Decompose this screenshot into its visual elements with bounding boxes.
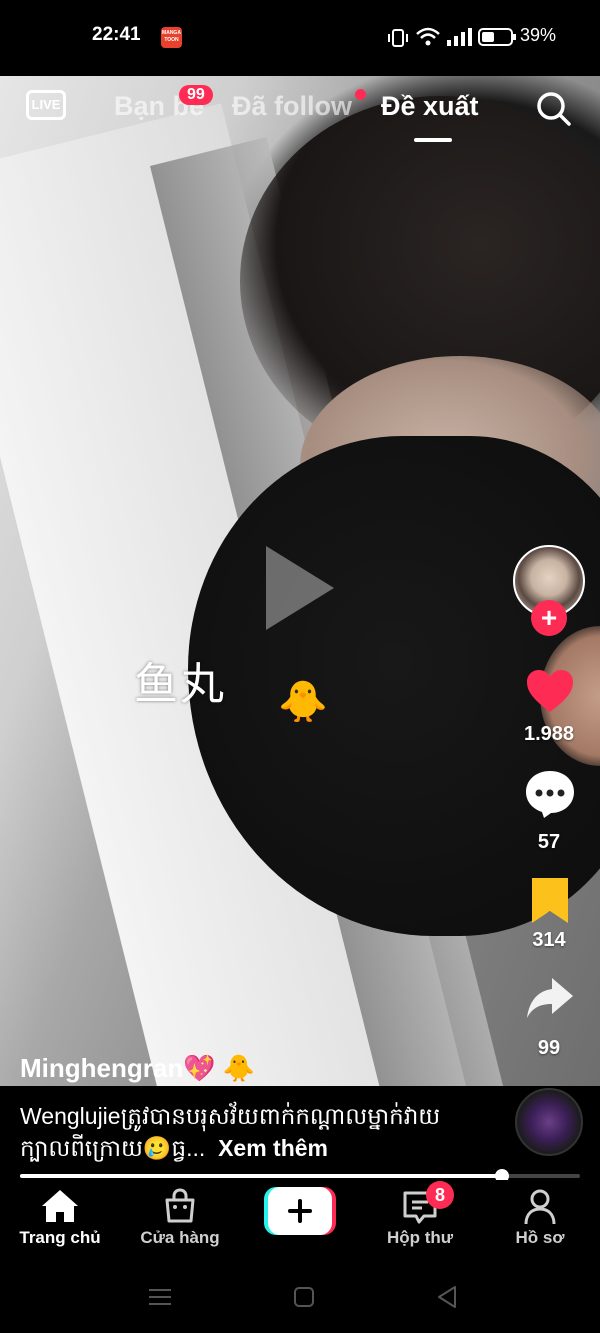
- wifi-icon: [416, 27, 440, 46]
- live-icon[interactable]: LIVE: [26, 90, 66, 120]
- nav-inbox[interactable]: Hộp thư: [360, 1180, 480, 1260]
- home-square-icon[interactable]: [293, 1286, 315, 1308]
- heart-icon[interactable]: [524, 666, 576, 718]
- nav-inbox-label: Hộp thư: [386, 1228, 454, 1247]
- shopping-bag-icon: [165, 1188, 195, 1223]
- following-notification-dot: [355, 89, 366, 100]
- battery-icon: [478, 28, 516, 46]
- nav-profile[interactable]: Hồ sơ: [480, 1180, 600, 1260]
- nav-shop-label: Cửa hàng: [140, 1228, 220, 1247]
- progress-fill: [20, 1174, 502, 1178]
- menu-icon[interactable]: [149, 1287, 171, 1307]
- like-count: 1.988: [523, 723, 575, 745]
- signal-icon: [447, 28, 472, 46]
- home-icon: [42, 1190, 78, 1222]
- share-count: 99: [537, 1037, 561, 1059]
- create-button[interactable]: [264, 1187, 336, 1235]
- music-disc[interactable]: [515, 1088, 583, 1156]
- comment-count: 57: [537, 831, 561, 853]
- creator-username[interactable]: Minghengran💖 🐥: [20, 1053, 255, 1084]
- mangatoon-app-icon: MANGA TOON: [161, 27, 182, 48]
- back-triangle-icon[interactable]: [436, 1285, 458, 1309]
- search-icon[interactable]: [536, 91, 572, 127]
- nav-shop[interactable]: Cửa hàng: [120, 1180, 240, 1260]
- nav-profile-label: Hồ sơ: [515, 1228, 565, 1247]
- tab-following[interactable]: Đã follow: [232, 91, 352, 122]
- status-time: 22:41: [92, 24, 141, 45]
- nav-home[interactable]: Trang chủ: [0, 1180, 120, 1260]
- inbox-badge: 8: [426, 1181, 454, 1209]
- nav-home-label: Trang chủ: [19, 1228, 101, 1247]
- video-caption[interactable]: Wenglujieត្រូវបានបរុសវ័យពាក់កណ្ដាលម្នាក់…: [20, 1100, 460, 1164]
- bookmark-icon[interactable]: [524, 875, 576, 927]
- share-icon[interactable]: [524, 972, 576, 1024]
- system-nav-bar: [0, 1260, 600, 1333]
- active-tab-indicator: [414, 138, 452, 142]
- video-overlay-emoji: 🐥: [278, 680, 328, 724]
- follow-plus-button[interactable]: +: [531, 600, 567, 636]
- profile-icon: [524, 1189, 556, 1225]
- friends-badge: 99: [179, 85, 213, 105]
- status-bar: 22:41 MANGA TOON 39%: [0, 0, 600, 76]
- tab-for-you[interactable]: Đề xuất: [381, 91, 479, 122]
- play-icon[interactable]: [266, 546, 334, 630]
- see-more-link[interactable]: Xem thêm: [218, 1135, 328, 1161]
- save-count: 314: [532, 929, 566, 951]
- video-overlay-text: 鱼丸: [134, 659, 226, 710]
- battery-percent: 39%: [520, 25, 557, 45]
- comment-icon[interactable]: [524, 768, 576, 820]
- vibrate-icon: [388, 29, 408, 47]
- top-nav: LIVE Bạn bè 99 Đã follow Đề xuất: [0, 76, 600, 146]
